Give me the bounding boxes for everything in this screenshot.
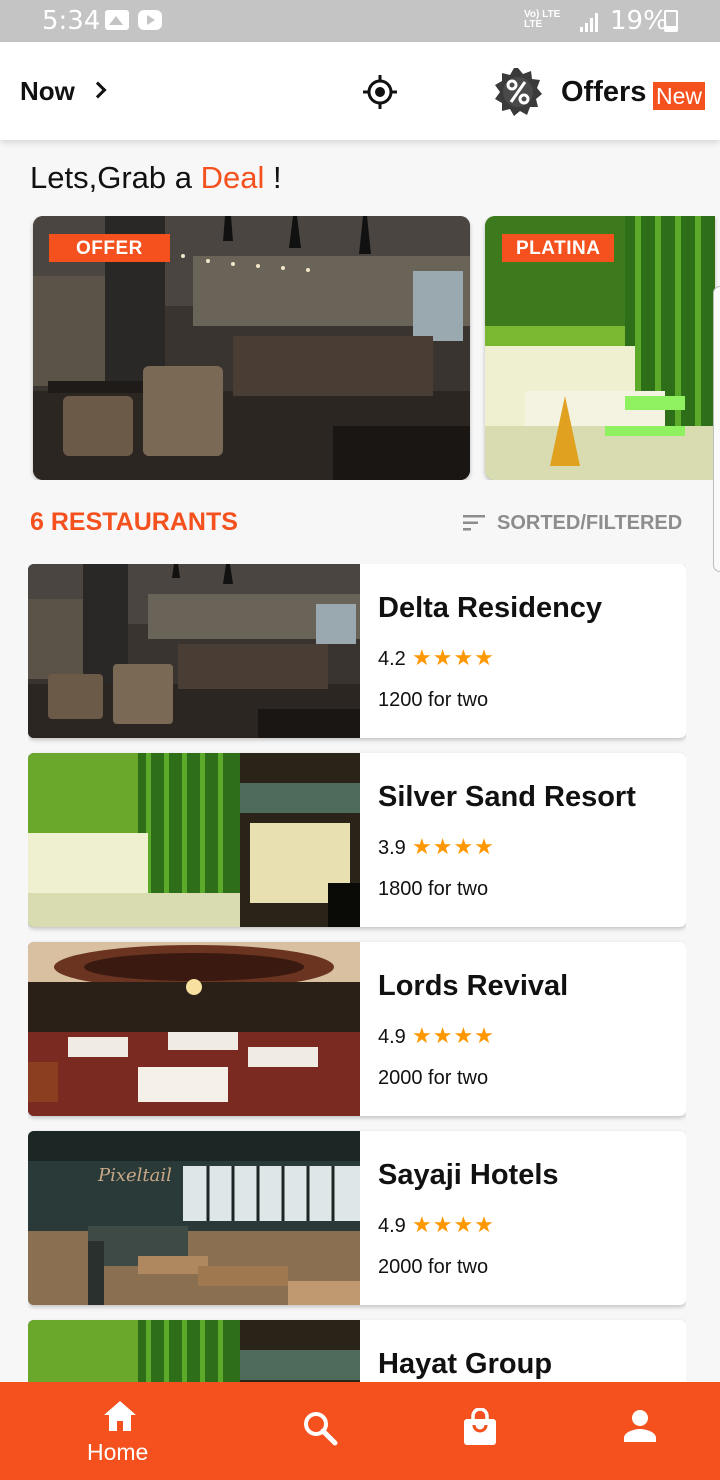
nav-home[interactable]: Home xyxy=(80,1382,160,1480)
bottom-navigation: Home xyxy=(0,1382,720,1480)
scroll-handle[interactable] xyxy=(713,286,720,572)
status-bar: 5:34 Vo) LTE LTE 19% xyxy=(0,0,720,42)
network-indicator: Vo) LTE LTE xyxy=(524,9,561,30)
rating-stars-icon: ★★★★ xyxy=(412,646,495,671)
nav-home-label: Home xyxy=(87,1439,149,1465)
offers-button[interactable]: Offers xyxy=(561,76,646,109)
promo-card[interactable]: PLATINA xyxy=(485,216,715,480)
restaurant-photo: Pixeltail xyxy=(28,1131,360,1305)
now-location-button[interactable]: Now xyxy=(20,76,75,107)
restaurant-name: Delta Residency xyxy=(378,592,603,624)
rating-stars-icon: ★★★★ xyxy=(412,1024,495,1049)
signal-icon xyxy=(580,12,602,32)
promo-tag: OFFER xyxy=(49,234,170,262)
battery-level: 19% xyxy=(610,6,668,36)
restaurant-rating: 4.9 xyxy=(378,1215,406,1237)
sort-icon[interactable] xyxy=(463,515,485,531)
deal-heading: Lets,Grab a Deal ! xyxy=(30,160,282,195)
restaurant-card[interactable]: Silver Sand Resort 3.9 ★★★★ 1800 for two xyxy=(28,753,686,927)
promo-card[interactable]: OFFER xyxy=(33,216,470,480)
restaurant-photo xyxy=(28,564,360,738)
new-badge: New xyxy=(653,82,706,110)
restaurant-photo xyxy=(28,753,360,927)
restaurant-rating: 4.9 xyxy=(378,1026,406,1048)
discount-badge-icon[interactable] xyxy=(492,66,544,118)
restaurant-name: Hayat Group xyxy=(378,1348,553,1380)
restaurant-count: 6 RESTAURANTS xyxy=(30,508,238,536)
restaurant-card[interactable]: Lords Revival 4.9 ★★★★ 2000 for two xyxy=(28,942,686,1116)
deal-carousel[interactable]: OFFER PLATINA xyxy=(0,216,720,480)
youtube-icon xyxy=(138,10,162,30)
restaurant-rating: 4.2 xyxy=(378,648,406,670)
restaurant-list[interactable]: Delta Residency 4.2 ★★★★ 1200 for two Si… xyxy=(28,564,686,1382)
home-icon[interactable] xyxy=(103,1400,137,1432)
rating-stars-icon: ★★★★ xyxy=(412,835,495,860)
battery-icon xyxy=(664,10,678,32)
search-icon[interactable] xyxy=(302,1410,338,1446)
restaurant-name: Silver Sand Resort xyxy=(378,781,636,813)
restaurant-card[interactable]: Delta Residency 4.2 ★★★★ 1200 for two xyxy=(28,564,686,738)
restaurant-card[interactable]: Hayat Group xyxy=(28,1320,686,1382)
restaurant-photo xyxy=(28,1320,360,1382)
status-time: 5:34 xyxy=(42,6,101,36)
restaurant-rating: 3.9 xyxy=(378,837,406,859)
gallery-icon xyxy=(105,10,129,30)
restaurant-card[interactable]: Pixeltail Sayaji Hotels 4.9 ★★★★ 2000 fo… xyxy=(28,1131,686,1305)
restaurant-price: 1800 for two xyxy=(378,878,489,900)
restaurant-name: Sayaji Hotels xyxy=(378,1159,559,1191)
restaurant-price: 1200 for two xyxy=(378,689,489,711)
restaurant-price: 2000 for two xyxy=(378,1256,489,1278)
svg-text:Pixeltail: Pixeltail xyxy=(97,1165,172,1186)
rating-stars-icon: ★★★★ xyxy=(412,1213,495,1238)
sort-filter-button[interactable]: SORTED/FILTERED xyxy=(497,512,682,535)
app-header: Now Offers New xyxy=(0,42,720,140)
locate-icon[interactable] xyxy=(363,75,397,109)
profile-icon[interactable] xyxy=(624,1410,656,1442)
promo-tag: PLATINA xyxy=(502,234,615,262)
shopping-bag-icon[interactable] xyxy=(462,1408,498,1446)
restaurant-name: Lords Revival xyxy=(378,970,569,1002)
chevron-right-icon[interactable] xyxy=(89,81,107,99)
restaurant-price: 2000 for two xyxy=(378,1067,489,1089)
restaurant-photo xyxy=(28,942,360,1116)
